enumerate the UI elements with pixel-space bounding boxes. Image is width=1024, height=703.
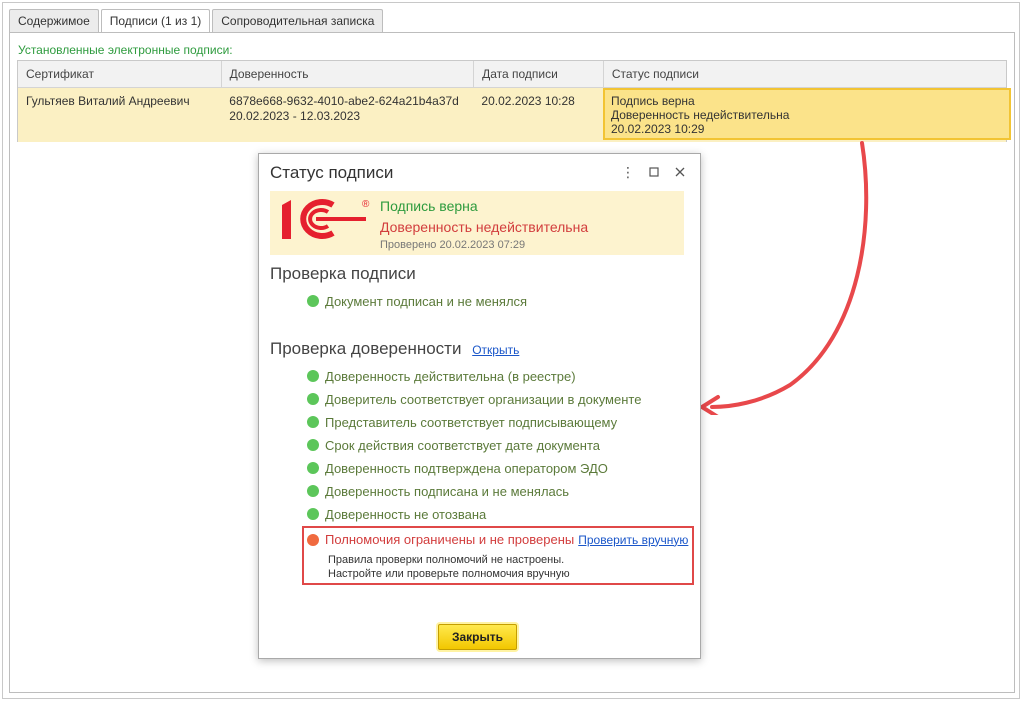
open-poa-link[interactable]: Открыть <box>472 343 519 357</box>
cell-poa: 6878e668-9632-4010-abe2-624a21b4a37d 20.… <box>221 88 473 142</box>
maximize-icon[interactable] <box>644 162 664 182</box>
cell-certificate: Гультяев Виталий Андреевич <box>26 94 190 108</box>
ok-status-icon <box>307 370 319 382</box>
signature-check-heading: Проверка подписи <box>270 264 416 283</box>
status-cell-highlight[interactable]: Подпись верна Доверенность недействитель… <box>603 88 1011 140</box>
status-banner: ® Подпись верна Доверенность недействите… <box>270 191 684 255</box>
close-icon[interactable] <box>670 162 690 182</box>
tab-cover-note[interactable]: Сопроводительная записка <box>212 9 384 33</box>
check-item: Доверитель соответствует организации в д… <box>307 390 641 408</box>
section-label: Установленные электронные подписи: <box>18 43 233 57</box>
dialog-title: Статус подписи <box>270 163 394 182</box>
ok-status-icon <box>307 462 319 474</box>
check-item: Срок действия соответствует дате докумен… <box>307 436 600 454</box>
ok-status-icon <box>307 439 319 451</box>
more-icon[interactable]: ⋮ <box>618 162 638 182</box>
banner-poa-invalid: Доверенность недействительна <box>380 219 589 235</box>
check-item: Документ подписан и не менялся <box>307 292 527 310</box>
status-line-2: Доверенность недействительна <box>611 108 790 122</box>
check-label: Представитель соответствует подписывающе… <box>325 414 618 430</box>
check-label: Доверенность действительна (в реестре) <box>325 368 576 384</box>
check-manually-link[interactable]: Проверить вручную <box>578 533 688 547</box>
check-item: Доверенность подписана и не менялась <box>307 482 569 500</box>
ok-status-icon <box>307 393 319 405</box>
col-poa[interactable]: Доверенность <box>222 61 475 87</box>
check-label: Доверенность не отозвана <box>325 506 487 522</box>
poa-id: 6878e668-9632-4010-abe2-624a21b4a37d <box>229 94 459 108</box>
check-item: Доверенность подтверждена оператором ЭДО <box>307 459 608 477</box>
cell-date: 20.02.2023 10:28 <box>481 94 575 108</box>
check-label: Документ подписан и не менялся <box>325 293 528 309</box>
col-status[interactable]: Статус подписи <box>604 61 1006 87</box>
ok-status-icon <box>307 295 319 307</box>
status-line-1: Подпись верна <box>611 94 695 108</box>
poa-check-title: Проверка доверенности <box>270 339 462 358</box>
ok-status-icon <box>307 485 319 497</box>
1c-logo-icon: ® <box>282 199 370 239</box>
ok-status-icon <box>307 416 319 428</box>
warning-description: Правила проверки полномочий не настроены… <box>328 553 570 581</box>
tab-content[interactable]: Содержимое <box>9 9 99 33</box>
tab-signatures[interactable]: Подписи (1 из 1) <box>100 9 211 34</box>
warning-desc-line-1: Правила проверки полномочий не настроены… <box>328 554 565 566</box>
signature-status-dialog: Статус подписи ⋮ ® Подпись верна Доверен… <box>258 153 701 659</box>
dialog-controls: ⋮ <box>618 162 690 182</box>
signatures-table: Сертификат Доверенность Дата подписи Ста… <box>17 60 1011 142</box>
check-item: Доверенность не отозвана <box>307 505 486 523</box>
warning-line: Полномочия ограничены и не проверены Про… <box>307 532 688 547</box>
table-header: Сертификат Доверенность Дата подписи Ста… <box>18 61 1006 88</box>
check-label: Доверенность подтверждена оператором ЭДО <box>325 460 608 476</box>
banner-checked-at: Проверено 20.02.2023 07:29 <box>380 239 526 251</box>
error-status-icon <box>307 533 319 546</box>
svg-text:®: ® <box>362 199 370 210</box>
status-line-3: 20.02.2023 10:29 <box>611 122 705 136</box>
tab-bar: Содержимое Подписи (1 из 1) Сопроводител… <box>9 9 385 34</box>
poa-check-heading: Проверка доверенности Открыть <box>270 339 519 359</box>
warning-desc-line-2: Настройте или проверьте полномочия вручн… <box>328 568 570 580</box>
col-date[interactable]: Дата подписи <box>474 61 604 87</box>
check-label: Доверенность подписана и не менялась <box>325 483 570 499</box>
poa-period: 20.02.2023 - 12.03.2023 <box>229 109 361 123</box>
authority-warning-box: Полномочия ограничены и не проверены Про… <box>302 526 694 585</box>
banner-signature-ok: Подпись верна <box>380 198 478 214</box>
close-button[interactable]: Закрыть <box>438 624 517 650</box>
check-label: Доверитель соответствует организации в д… <box>325 391 642 407</box>
check-item: Представитель соответствует подписывающе… <box>307 413 617 431</box>
check-item: Доверенность действительна (в реестре) <box>307 367 576 385</box>
cell-status: Подпись верна Доверенность недействитель… <box>603 88 1011 142</box>
col-certificate[interactable]: Сертификат <box>18 61 222 87</box>
check-label: Срок действия соответствует дате докумен… <box>325 437 600 453</box>
warning-title: Полномочия ограничены и не проверены <box>325 532 575 547</box>
ok-status-icon <box>307 508 319 520</box>
table-row[interactable]: Гультяев Виталий Андреевич 6878e668-9632… <box>18 88 1011 142</box>
